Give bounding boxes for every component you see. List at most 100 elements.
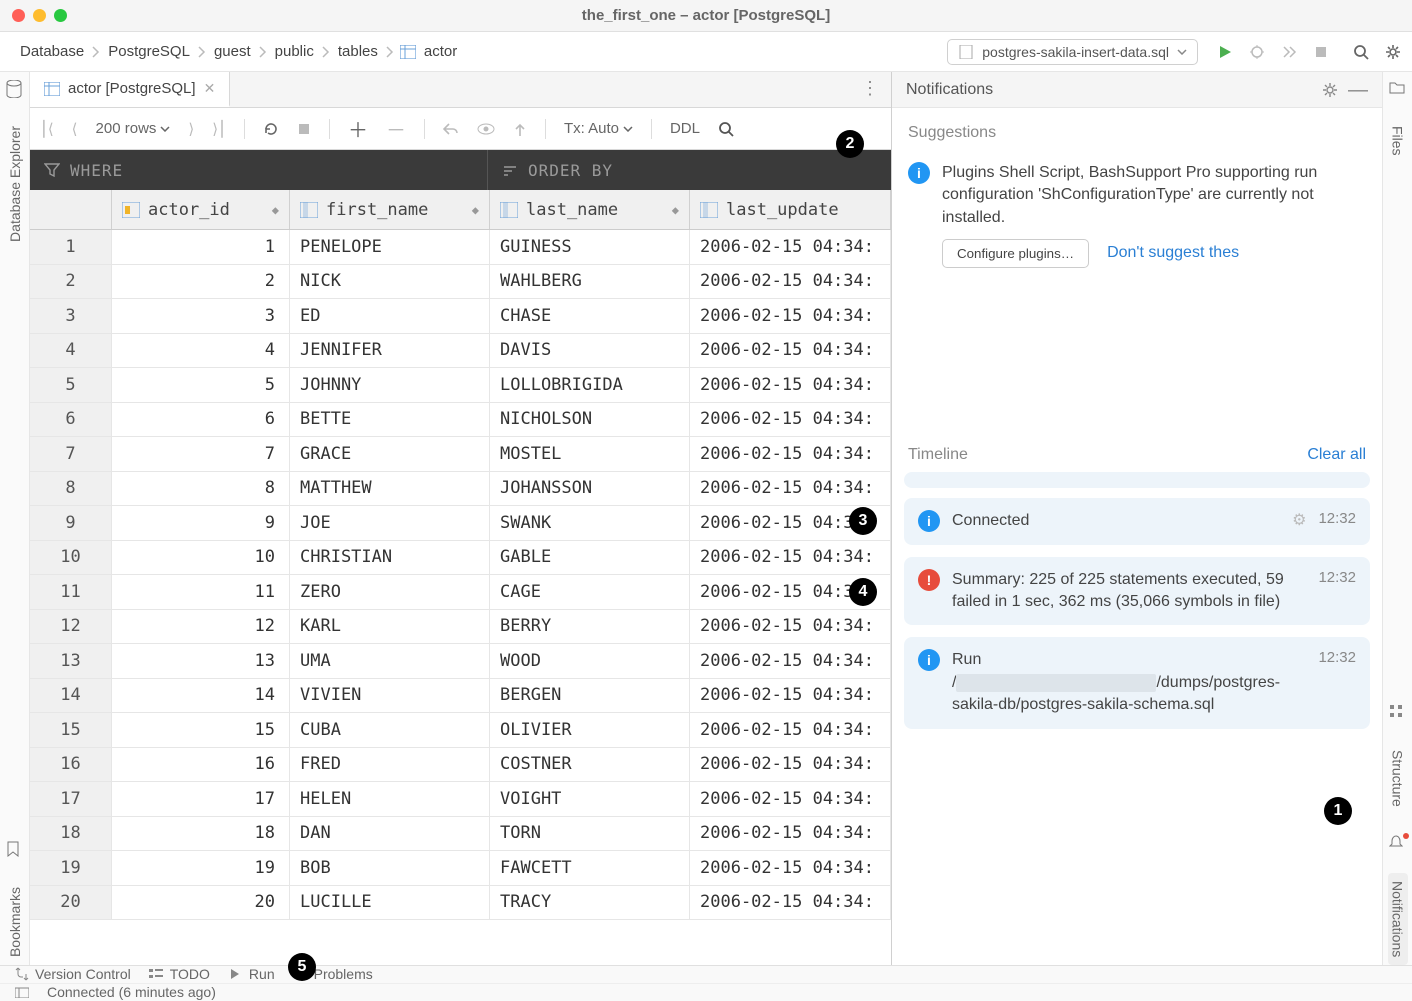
- last-name-cell[interactable]: MOSTEL: [490, 437, 690, 471]
- timeline-item-summary[interactable]: ! Summary: 225 of 225 statements execute…: [904, 557, 1370, 626]
- data-grid-body[interactable]: 11PENELOPEGUINESS2006-02-15 04:34:22NICK…: [30, 230, 891, 965]
- rows-count-dropdown[interactable]: 200 rows: [96, 120, 171, 137]
- actor-id-cell[interactable]: 7: [112, 437, 290, 471]
- first-name-cell[interactable]: JOHNNY: [290, 368, 490, 402]
- last-name-cell[interactable]: TORN: [490, 817, 690, 851]
- more-run-button[interactable]: [1280, 43, 1298, 61]
- last-name-cell[interactable]: GUINESS: [490, 230, 690, 264]
- last-name-cell[interactable]: BERRY: [490, 610, 690, 644]
- last-name-cell[interactable]: VOIGHT: [490, 782, 690, 816]
- breadcrumb-item-actor[interactable]: actor: [422, 39, 459, 64]
- first-name-cell[interactable]: CUBA: [290, 713, 490, 747]
- submit-button[interactable]: [513, 121, 527, 137]
- first-page-button[interactable]: ⎮⟨: [40, 120, 54, 138]
- last-name-cell[interactable]: CHASE: [490, 299, 690, 333]
- toolwindow-todo[interactable]: TODO: [149, 966, 210, 982]
- breadcrumb-item-postgresql[interactable]: PostgreSQL: [106, 39, 192, 64]
- first-name-cell[interactable]: HELEN: [290, 782, 490, 816]
- last-update-cell[interactable]: 2006-02-15 04:34:: [690, 610, 891, 644]
- stop-button[interactable]: [297, 122, 311, 136]
- first-name-cell[interactable]: CHRISTIAN: [290, 541, 490, 575]
- table-row[interactable]: 22NICKWAHLBERG2006-02-15 04:34:: [30, 265, 891, 300]
- first-name-cell[interactable]: MATTHEW: [290, 472, 490, 506]
- last-update-cell[interactable]: 2006-02-15 04:34:: [690, 575, 891, 609]
- dont-suggest-link[interactable]: Don't suggest thes: [1107, 242, 1239, 264]
- actor-id-cell[interactable]: 16: [112, 748, 290, 782]
- table-row[interactable]: 77GRACEMOSTEL2006-02-15 04:34:: [30, 437, 891, 472]
- first-name-cell[interactable]: ED: [290, 299, 490, 333]
- stop-button[interactable]: [1312, 43, 1330, 61]
- orderby-filter-input[interactable]: ORDER BY: [488, 150, 891, 190]
- last-update-cell[interactable]: 2006-02-15 04:34:: [690, 817, 891, 851]
- last-page-button[interactable]: ⟩⎮: [212, 120, 226, 138]
- table-row[interactable]: 1616FREDCOSTNER2006-02-15 04:34:: [30, 748, 891, 783]
- sidebar-tab-structure[interactable]: Structure: [1388, 742, 1408, 815]
- ddl-button[interactable]: DDL: [670, 120, 700, 137]
- last-name-cell[interactable]: LOLLOBRIGIDA: [490, 368, 690, 402]
- last-name-cell[interactable]: WAHLBERG: [490, 265, 690, 299]
- where-filter-input[interactable]: WHERE: [30, 150, 488, 190]
- sidebar-tab-database-explorer[interactable]: Database Explorer: [5, 118, 25, 250]
- panel-hide-button[interactable]: —: [1348, 85, 1368, 95]
- debug-button[interactable]: [1248, 43, 1266, 61]
- table-row[interactable]: 33EDCHASE2006-02-15 04:34:: [30, 299, 891, 334]
- table-row[interactable]: 99JOESWANK2006-02-15 04:34:: [30, 506, 891, 541]
- actor-id-cell[interactable]: 8: [112, 472, 290, 506]
- column-header-last-name[interactable]: last_name◆: [490, 190, 690, 229]
- actor-id-cell[interactable]: 6: [112, 403, 290, 437]
- last-name-cell[interactable]: NICHOLSON: [490, 403, 690, 437]
- table-row[interactable]: 1010CHRISTIANGABLE2006-02-15 04:34:: [30, 541, 891, 576]
- sidebar-tab-bookmarks[interactable]: Bookmarks: [5, 879, 25, 965]
- reload-button[interactable]: [263, 121, 279, 137]
- last-update-cell[interactable]: 2006-02-15 04:34:: [690, 334, 891, 368]
- first-name-cell[interactable]: PENELOPE: [290, 230, 490, 264]
- gear-icon[interactable]: ⚙: [1292, 510, 1306, 532]
- preview-button[interactable]: [477, 122, 495, 136]
- last-name-cell[interactable]: TRACY: [490, 886, 690, 920]
- actor-id-cell[interactable]: 11: [112, 575, 290, 609]
- last-name-cell[interactable]: WOOD: [490, 644, 690, 678]
- tab-menu-button[interactable]: ⋮: [849, 70, 891, 107]
- breadcrumb-item-public[interactable]: public: [273, 39, 316, 64]
- actor-id-cell[interactable]: 18: [112, 817, 290, 851]
- remove-row-button[interactable]: －: [386, 114, 406, 143]
- toolwindow-run[interactable]: Run: [228, 966, 275, 982]
- last-name-cell[interactable]: COSTNER: [490, 748, 690, 782]
- table-row[interactable]: 55JOHNNYLOLLOBRIGIDA2006-02-15 04:34:: [30, 368, 891, 403]
- breadcrumb-item-tables[interactable]: tables: [336, 39, 380, 64]
- prev-page-button[interactable]: ⟨: [72, 120, 78, 138]
- actor-id-cell[interactable]: 14: [112, 679, 290, 713]
- first-name-cell[interactable]: FRED: [290, 748, 490, 782]
- table-row[interactable]: 1414VIVIENBERGEN2006-02-15 04:34:: [30, 679, 891, 714]
- table-row[interactable]: 88MATTHEWJOHANSSON2006-02-15 04:34:: [30, 472, 891, 507]
- tx-mode-dropdown[interactable]: Tx: Auto: [564, 120, 633, 137]
- last-update-cell[interactable]: 2006-02-15 04:34:: [690, 644, 891, 678]
- last-update-cell[interactable]: 2006-02-15 04:34:: [690, 679, 891, 713]
- first-name-cell[interactable]: ZERO: [290, 575, 490, 609]
- last-name-cell[interactable]: DAVIS: [490, 334, 690, 368]
- last-update-cell[interactable]: 2006-02-15 04:34:: [690, 506, 891, 540]
- find-button[interactable]: [718, 121, 734, 137]
- actor-id-cell[interactable]: 12: [112, 610, 290, 644]
- last-update-cell[interactable]: 2006-02-15 04:34:: [690, 368, 891, 402]
- last-name-cell[interactable]: BERGEN: [490, 679, 690, 713]
- table-row[interactable]: 1212KARLBERRY2006-02-15 04:34:: [30, 610, 891, 645]
- breadcrumb-item-database[interactable]: Database: [18, 39, 86, 64]
- table-row[interactable]: 1515CUBAOLIVIER2006-02-15 04:34:: [30, 713, 891, 748]
- last-update-cell[interactable]: 2006-02-15 04:34:: [690, 886, 891, 920]
- actor-id-cell[interactable]: 2: [112, 265, 290, 299]
- last-name-cell[interactable]: OLIVIER: [490, 713, 690, 747]
- last-name-cell[interactable]: GABLE: [490, 541, 690, 575]
- timeline-item-connected[interactable]: i Connected ⚙ 12:32: [904, 498, 1370, 544]
- table-row[interactable]: 66BETTENICHOLSON2006-02-15 04:34:: [30, 403, 891, 438]
- table-row[interactable]: 1919BOBFAWCETT2006-02-15 04:34:: [30, 851, 891, 886]
- last-update-cell[interactable]: 2006-02-15 04:34:: [690, 299, 891, 333]
- last-update-cell[interactable]: 2006-02-15 04:34:: [690, 265, 891, 299]
- breadcrumb-item-guest[interactable]: guest: [212, 39, 253, 64]
- last-update-cell[interactable]: 2006-02-15 04:34:: [690, 541, 891, 575]
- first-name-cell[interactable]: KARL: [290, 610, 490, 644]
- run-configuration-selector[interactable]: postgres-sakila-insert-data.sql: [947, 39, 1198, 65]
- last-update-cell[interactable]: 2006-02-15 04:34:: [690, 851, 891, 885]
- last-name-cell[interactable]: CAGE: [490, 575, 690, 609]
- first-name-cell[interactable]: BETTE: [290, 403, 490, 437]
